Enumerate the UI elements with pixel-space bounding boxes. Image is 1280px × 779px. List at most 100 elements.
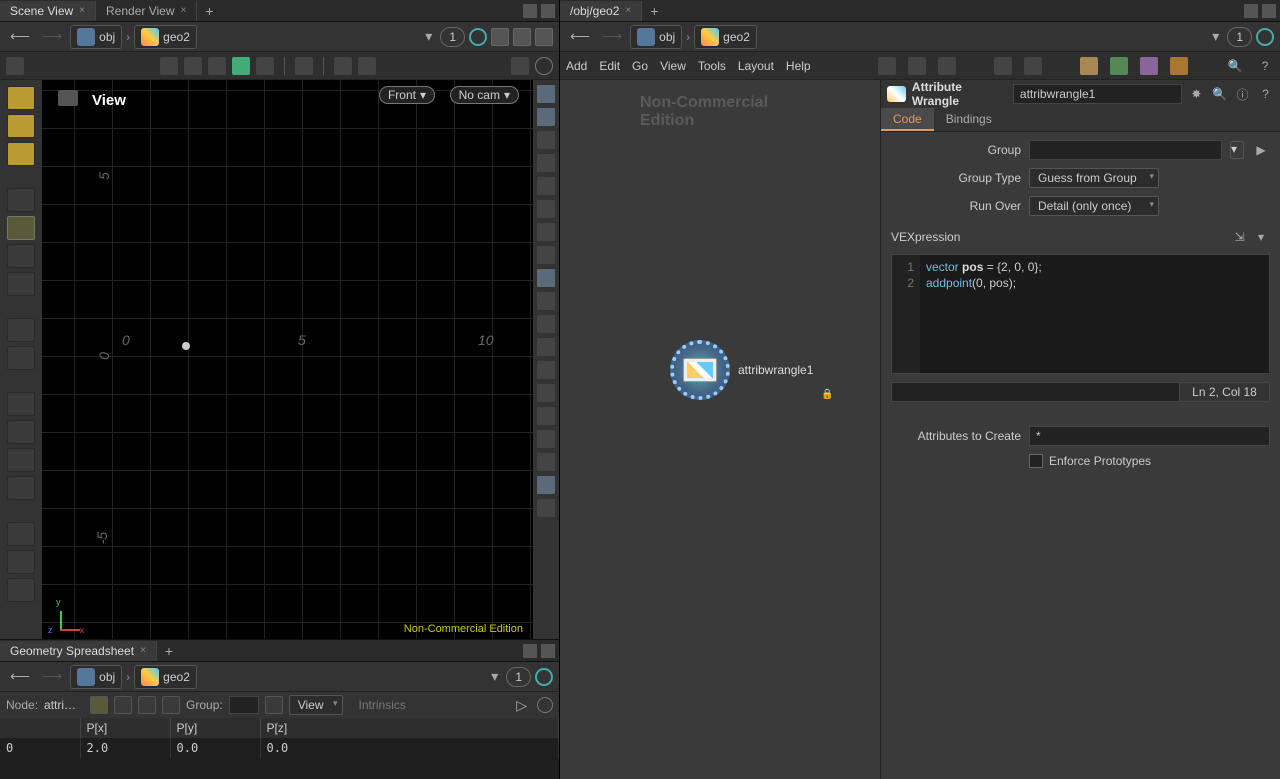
path-seg-geo2[interactable]: geo2 <box>134 25 197 49</box>
camera-icon[interactable] <box>256 57 274 75</box>
menu-icon[interactable] <box>541 644 555 658</box>
gear-icon[interactable]: ✸ <box>1188 85 1205 103</box>
close-icon[interactable]: × <box>625 5 631 16</box>
link-ring-icon[interactable] <box>469 28 487 46</box>
box-icon[interactable] <box>1170 57 1188 75</box>
list-icon[interactable] <box>938 57 956 75</box>
grouptype-dropdown[interactable]: Guess from Group <box>1029 168 1159 188</box>
tool-snap1[interactable] <box>7 318 35 342</box>
col-px[interactable]: P[x] <box>80 718 170 738</box>
menu-go[interactable]: Go <box>632 59 648 73</box>
add-tab-button[interactable]: + <box>642 3 666 19</box>
tab-code[interactable]: Code <box>881 108 934 131</box>
help-icon[interactable]: ? <box>1257 85 1274 103</box>
tab-geometry-spreadsheet[interactable]: Geometry Spreadsheet × <box>0 641 157 661</box>
tool-magnet4[interactable] <box>7 476 35 500</box>
view-orientation-dropdown[interactable]: Front▾ <box>379 86 435 104</box>
code-area[interactable]: vector pos = {2, 0, 0}; addpoint(0, pos)… <box>920 255 1269 373</box>
dropdown-icon[interactable]: ▾ <box>1208 28 1223 45</box>
tool-magnet3[interactable] <box>7 448 35 472</box>
menu-add[interactable]: Add <box>566 59 587 73</box>
col-index[interactable] <box>0 718 80 738</box>
help-icon[interactable]: ? <box>1256 57 1274 75</box>
disp-icon[interactable] <box>536 360 556 380</box>
disp-point-icon[interactable] <box>536 337 556 357</box>
tool-lock[interactable] <box>7 216 35 240</box>
camera-widget-icon[interactable] <box>58 90 78 106</box>
info-icon[interactable]: ⓘ <box>1234 85 1251 103</box>
disp-icon[interactable] <box>536 222 556 242</box>
disp-lock-icon[interactable] <box>536 130 556 150</box>
forward-arrow-icon[interactable]: ⟶ <box>38 28 66 45</box>
tool-paint[interactable] <box>7 114 35 138</box>
pin-pill[interactable]: 1 <box>440 27 465 47</box>
disp-icon[interactable] <box>536 498 556 518</box>
search-icon[interactable]: 🔍 <box>1226 57 1244 75</box>
add-tab-button[interactable]: + <box>197 3 221 19</box>
attrs-create-input[interactable] <box>1029 426 1270 446</box>
group-dropdown-icon[interactable]: ▾ <box>1230 141 1244 159</box>
pin-pill[interactable]: 1 <box>506 667 531 687</box>
link-ring-icon[interactable] <box>535 668 553 686</box>
pin-pill[interactable]: 1 <box>1227 27 1252 47</box>
tool-select[interactable] <box>7 86 35 110</box>
toolbar-icon[interactable] <box>535 28 553 46</box>
prims-mode-button[interactable] <box>138 696 156 714</box>
network-view[interactable]: Non-Commercial Edition Geometry attribwr… <box>560 80 880 779</box>
tab-render-view[interactable]: Render View × <box>96 1 197 21</box>
path-seg-geo2[interactable]: geo2 <box>694 25 757 49</box>
path-seg-obj[interactable]: obj <box>630 25 682 49</box>
vex-editor[interactable]: 12 vector pos = {2, 0, 0}; addpoint(0, p… <box>891 254 1270 374</box>
disp-icon[interactable] <box>536 452 556 472</box>
ring-icon[interactable] <box>295 57 313 75</box>
wrench-icon[interactable] <box>878 57 896 75</box>
expand-icon[interactable]: ⇲ <box>1231 228 1249 246</box>
dropdown-icon[interactable]: ▾ <box>421 28 436 45</box>
back-arrow-icon[interactable]: ⟵ <box>6 28 34 45</box>
node-attribwrangle1[interactable]: attribwrangle1 🔒 <box>670 340 834 400</box>
menu-icon[interactable] <box>1262 4 1276 18</box>
tab-scene-view[interactable]: Scene View × <box>0 1 96 21</box>
group-input[interactable] <box>1029 140 1222 160</box>
display-opts-icon[interactable] <box>358 57 376 75</box>
table-row[interactable]: 0 2.0 0.0 0.0 <box>0 738 559 758</box>
image-icon[interactable] <box>1140 57 1158 75</box>
help-icon[interactable] <box>535 57 553 75</box>
maximize-icon[interactable] <box>523 4 537 18</box>
menu-tools[interactable]: Tools <box>698 59 726 73</box>
tool-inspect[interactable] <box>7 272 35 296</box>
filter-icon[interactable] <box>265 696 283 714</box>
disp-icon[interactable] <box>536 245 556 265</box>
gear-icon[interactable] <box>334 57 352 75</box>
disp-icon[interactable] <box>536 383 556 403</box>
tool-snap2[interactable] <box>7 346 35 370</box>
close-icon[interactable]: × <box>140 645 146 656</box>
menu-view[interactable]: View <box>660 59 686 73</box>
menu-layout[interactable]: Layout <box>738 59 774 73</box>
disp-icon[interactable] <box>536 291 556 311</box>
disp-icon[interactable] <box>536 84 556 104</box>
layout-icon[interactable] <box>511 57 529 75</box>
disp-icon[interactable] <box>536 406 556 426</box>
tool-magnet2[interactable] <box>7 420 35 444</box>
dropdown-icon[interactable]: ▾ <box>487 668 502 685</box>
viewport[interactable]: View Front▾ No cam▾ 0 5 10 0 5 -5 <box>42 80 533 639</box>
link-ring-icon[interactable] <box>1256 28 1274 46</box>
back-arrow-icon[interactable]: ⟵ <box>6 668 34 685</box>
view-dropdown[interactable]: View <box>289 695 343 715</box>
tool-misc1[interactable] <box>7 522 35 546</box>
tab-bindings[interactable]: Bindings <box>934 108 1004 131</box>
points-mode-button[interactable] <box>90 696 108 714</box>
node-name-input[interactable] <box>1013 84 1182 104</box>
runover-dropdown[interactable]: Detail (only once) <box>1029 196 1159 216</box>
group-select-arrow-icon[interactable]: ▶ <box>1252 141 1270 159</box>
detail-mode-button[interactable] <box>162 696 180 714</box>
disp-icon[interactable] <box>536 475 556 495</box>
maximize-icon[interactable] <box>523 644 537 658</box>
menu-dropdown-icon[interactable]: ▾ <box>1252 228 1270 246</box>
select-icon[interactable] <box>160 57 178 75</box>
col-py[interactable]: P[y] <box>170 718 260 738</box>
toolbar-icon[interactable] <box>513 28 531 46</box>
tool-misc2[interactable] <box>7 550 35 574</box>
close-icon[interactable]: × <box>180 5 186 16</box>
